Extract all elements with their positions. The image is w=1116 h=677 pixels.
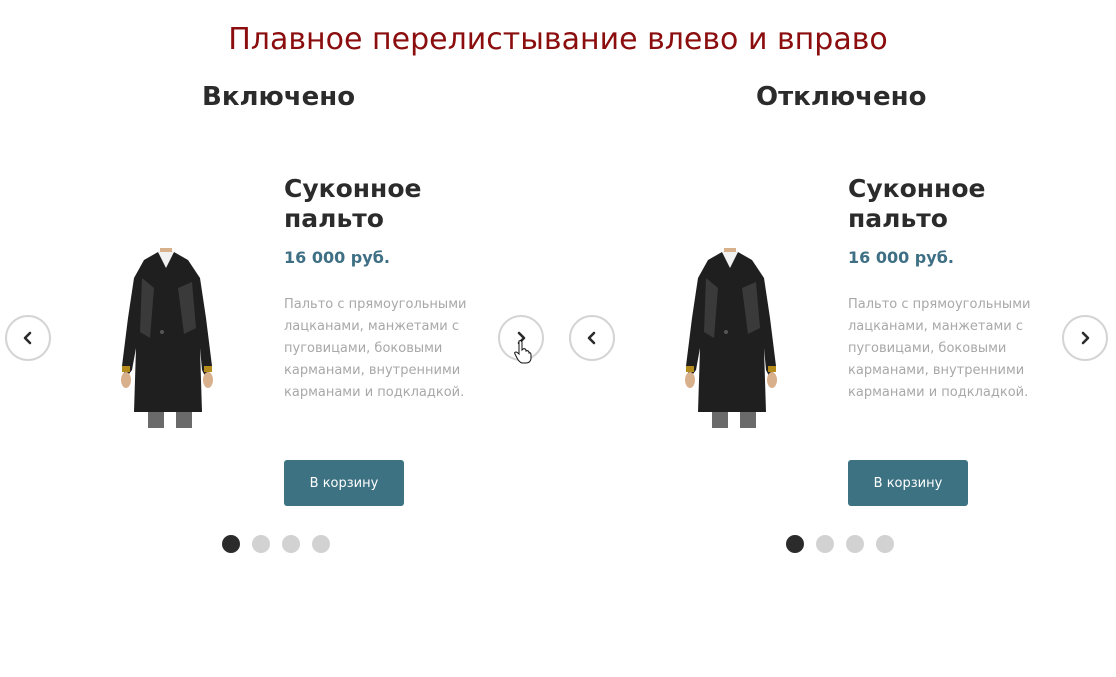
pagination-dot[interactable] — [786, 535, 804, 553]
pagination-dot[interactable] — [282, 535, 300, 553]
pagination-dot[interactable] — [876, 535, 894, 553]
pagination-dots — [222, 535, 330, 553]
coat-image — [685, 248, 777, 428]
chevron-right-icon — [517, 331, 526, 345]
chevron-left-icon — [23, 331, 32, 345]
prev-slide-button[interactable] — [569, 315, 615, 361]
demo-disabled: Отключено Суконное пальто 16 000 руб. Па… — [564, 0, 1116, 677]
pagination-dot[interactable] — [816, 535, 834, 553]
prev-slide-button[interactable] — [5, 315, 51, 361]
coat-image — [121, 248, 213, 428]
section-heading: Включено — [202, 82, 356, 112]
product-name: Суконное пальто — [284, 174, 422, 233]
product-description: Пальто с прямоугольными лацканами, манже… — [284, 297, 467, 400]
pagination-dots — [786, 535, 894, 553]
product-description: Пальто с прямоугольными лацканами, манже… — [848, 297, 1031, 400]
pagination-dot[interactable] — [252, 535, 270, 553]
add-to-cart-button[interactable]: В корзину — [284, 460, 404, 506]
product-name: Суконное пальто — [848, 174, 986, 233]
section-heading: Отключено — [756, 82, 927, 112]
demo-enabled: Включено Суконное пальто 16 000 руб. Пал… — [0, 0, 558, 677]
product-price: 16 000 руб. — [848, 248, 954, 267]
next-slide-button[interactable] — [498, 315, 544, 361]
pagination-dot[interactable] — [846, 535, 864, 553]
next-slide-button[interactable] — [1062, 315, 1108, 361]
chevron-right-icon — [1081, 331, 1090, 345]
pagination-dot[interactable] — [222, 535, 240, 553]
chevron-left-icon — [587, 331, 596, 345]
product-price: 16 000 руб. — [284, 248, 390, 267]
add-to-cart-button[interactable]: В корзину — [848, 460, 968, 506]
pagination-dot[interactable] — [312, 535, 330, 553]
